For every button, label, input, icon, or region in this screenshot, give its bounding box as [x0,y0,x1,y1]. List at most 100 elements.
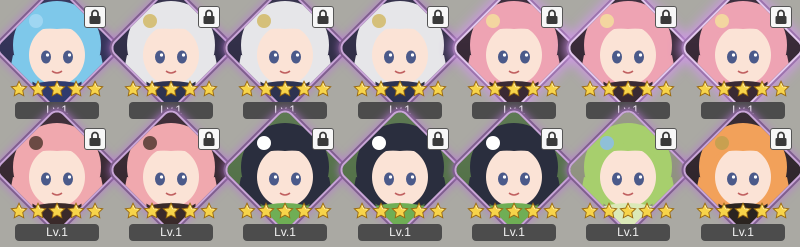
star-icon [200,202,218,220]
star-icon [524,202,542,220]
lock-icon[interactable] [312,128,334,150]
star-icon [48,202,66,220]
star-icon [753,80,771,98]
star-icon [715,80,733,98]
lock-icon[interactable] [770,128,792,150]
lock-icon[interactable] [655,128,677,150]
star-icon [276,202,294,220]
star-icon [162,202,180,220]
star-icon [619,202,637,220]
level-badge: Lv.1 [358,224,442,241]
star-icon [696,202,714,220]
star-icon [429,202,447,220]
star-icon [10,80,28,98]
star-icon [124,80,142,98]
star-icon [295,80,313,98]
star-icon [657,80,675,98]
star-rating [467,202,561,220]
star-icon [696,80,714,98]
star-icon [67,80,85,98]
star-icon [581,80,599,98]
star-icon [429,80,447,98]
star-icon [391,202,409,220]
star-icon [238,80,256,98]
level-badge: Lv.1 [586,224,670,241]
lock-icon[interactable] [770,6,792,28]
star-icon [181,80,199,98]
level-badge: Lv.1 [701,224,785,241]
star-icon [257,80,275,98]
lock-icon[interactable] [541,6,563,28]
star-icon [410,202,428,220]
character-card[interactable]: Lv.1 [339,109,461,242]
star-icon [29,202,47,220]
star-icon [353,80,371,98]
star-rating [467,80,561,98]
star-icon [753,202,771,220]
character-card[interactable]: Lv.1 [0,109,118,242]
star-icon [314,80,332,98]
star-icon [200,80,218,98]
star-rating [10,80,104,98]
lock-icon[interactable] [427,6,449,28]
character-card[interactable]: Lv.1 [567,0,689,120]
star-icon [486,202,504,220]
star-icon [600,80,618,98]
star-rating [124,80,218,98]
star-icon [29,80,47,98]
character-card[interactable]: Lv.1 [0,0,118,120]
character-card[interactable]: Lv.1 [682,109,800,242]
lock-icon[interactable] [655,6,677,28]
star-icon [543,202,561,220]
star-icon [581,202,599,220]
star-rating [124,202,218,220]
character-card[interactable]: Lv.1 [110,0,232,120]
lock-icon[interactable] [312,6,334,28]
star-icon [295,202,313,220]
star-icon [314,202,332,220]
star-rating [353,202,447,220]
star-icon [276,80,294,98]
star-icon [524,80,542,98]
star-icon [86,202,104,220]
star-icon [181,202,199,220]
star-icon [638,80,656,98]
level-badge: Lv.1 [129,224,213,241]
character-card[interactable]: Lv.1 [453,0,575,120]
star-icon [162,80,180,98]
star-icon [257,202,275,220]
character-card[interactable]: Lv.1 [567,109,689,242]
star-icon [543,80,561,98]
star-icon [619,80,637,98]
character-card[interactable]: Lv.1 [453,109,575,242]
level-badge: Lv.1 [472,224,556,241]
character-card[interactable]: Lv.1 [224,0,346,120]
star-icon [734,202,752,220]
lock-icon[interactable] [198,6,220,28]
character-card[interactable]: Lv.1 [224,109,346,242]
star-rating [696,80,790,98]
character-card[interactable]: Lv.1 [339,0,461,120]
star-rating [238,202,332,220]
star-icon [238,202,256,220]
star-icon [124,202,142,220]
star-icon [657,202,675,220]
star-icon [638,202,656,220]
lock-icon[interactable] [198,128,220,150]
star-icon [505,202,523,220]
lock-icon[interactable] [84,128,106,150]
lock-icon[interactable] [541,128,563,150]
star-icon [486,80,504,98]
character-card[interactable]: Lv.1 [110,109,232,242]
star-icon [734,80,752,98]
star-icon [505,80,523,98]
star-icon [391,80,409,98]
lock-icon[interactable] [84,6,106,28]
star-icon [10,202,28,220]
star-rating [581,202,675,220]
lock-icon[interactable] [427,128,449,150]
level-badge: Lv.1 [243,224,327,241]
star-icon [353,202,371,220]
character-grid: Lv.1Lv.1Lv.1Lv.1Lv.1Lv.1Lv.1Lv.1Lv.1Lv.1… [0,0,800,247]
character-card[interactable]: Lv.1 [682,0,800,120]
